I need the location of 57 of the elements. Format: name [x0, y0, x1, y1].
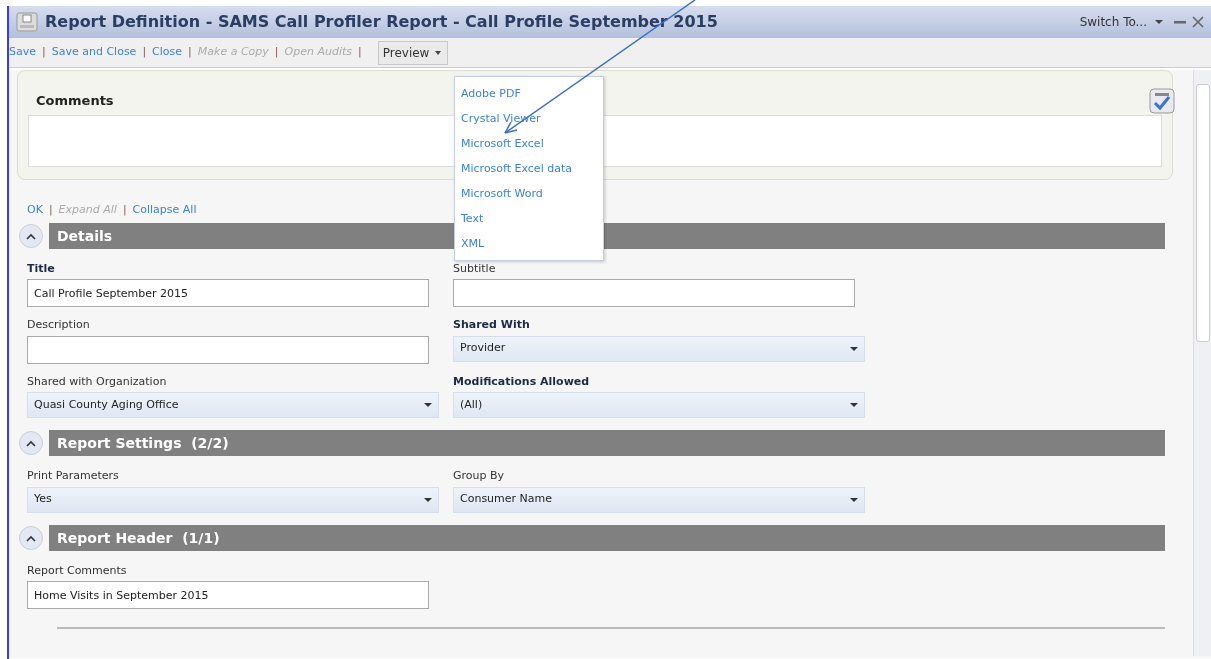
menu-item[interactable]: Microsoft Excel [455, 131, 603, 156]
field-label: Shared With [453, 317, 530, 333]
menu-item[interactable]: Microsoft Excel data [455, 156, 603, 181]
spellcheck-icon[interactable] [1149, 88, 1175, 114]
separator: | [48, 202, 53, 218]
separator: | [188, 44, 192, 61]
separator: | [274, 44, 279, 61]
caret-icon [850, 402, 858, 408]
collapse-button[interactable] [19, 431, 43, 455]
caret-icon [850, 496, 858, 503]
toolbar-link[interactable]: Close [152, 44, 183, 61]
menu-item[interactable]: Text [455, 206, 603, 231]
field-label: Group By [453, 468, 505, 484]
caret-icon [424, 496, 432, 503]
toolbar-link[interactable]: Save [9, 44, 36, 61]
action-link[interactable]: OK [27, 202, 43, 219]
field-label: Modifications Allowed [453, 373, 590, 390]
collapse-button[interactable] [19, 223, 43, 248]
collapse-button[interactable] [19, 525, 43, 550]
separator: | [122, 202, 127, 218]
caret-icon[interactable] [1155, 19, 1163, 25]
section-header: Report Header (1/1) [49, 524, 1165, 551]
action-link[interactable]: Collapse All [132, 202, 197, 219]
close-icon[interactable] [1191, 15, 1205, 29]
separator: | [358, 44, 362, 61]
section-header: Report Settings (2/2) [49, 430, 1165, 456]
text-field[interactable] [27, 335, 429, 364]
field-label: Shared with Organization [27, 373, 167, 390]
text-field[interactable]: Call Profile September 2015 [27, 279, 429, 307]
report-icon [15, 10, 39, 34]
switch-to-dropdown[interactable]: Switch To... [1079, 13, 1147, 31]
chevron-icon [25, 533, 37, 542]
text-field[interactable] [453, 279, 855, 307]
select-field[interactable]: Yes [27, 486, 439, 513]
separator: | [142, 44, 147, 61]
text-field[interactable]: Home Visits in September 2015 [27, 581, 429, 609]
scrollbar[interactable] [1193, 70, 1211, 656]
caret-icon [850, 345, 858, 352]
field-label: Print Parameters [27, 468, 119, 484]
field-label: Subtitle [453, 260, 496, 277]
field-label: Report Comments [27, 562, 127, 579]
menu-item[interactable]: XML [455, 231, 603, 256]
select-field[interactable]: (All) [453, 392, 865, 418]
preview-button[interactable]: Preview [377, 40, 449, 65]
caret-icon [424, 402, 432, 408]
separator: | [42, 44, 46, 61]
menu-item[interactable]: Adobe PDF [455, 81, 603, 106]
select-field[interactable]: Provider [453, 335, 865, 362]
chevron-icon [25, 439, 37, 447]
panel-title: Comments [36, 92, 114, 110]
menu-item[interactable]: Microsoft Word [455, 181, 603, 206]
field-label: Title [27, 260, 55, 277]
select-field[interactable]: Consumer Name [453, 486, 865, 513]
toolbar-link[interactable]: Save and Close [51, 44, 137, 61]
chevron-icon [25, 231, 37, 240]
select-field[interactable]: Quasi County Aging Office [27, 392, 439, 418]
field-label: Description [27, 317, 90, 333]
